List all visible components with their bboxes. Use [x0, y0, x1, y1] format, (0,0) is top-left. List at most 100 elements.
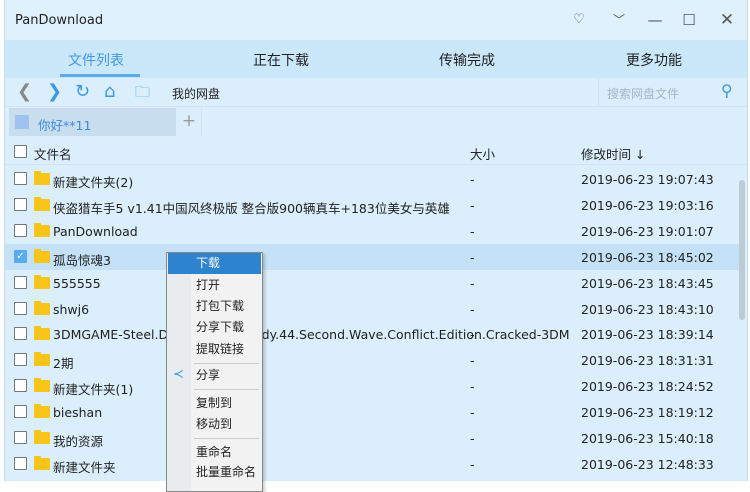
row-checkbox[interactable]: [14, 353, 27, 367]
file-modified: 2019-06-23 19:03:16: [581, 197, 714, 213]
file-size: -: [470, 249, 475, 265]
chevron-down-icon[interactable]: ﹀: [609, 10, 629, 30]
file-name: shwj6: [53, 301, 90, 317]
file-modified: 2019-06-23 18:24:52: [581, 379, 714, 395]
search-icon[interactable]: ⚲: [721, 81, 733, 100]
menu-pack-download[interactable]: 打包下载: [167, 296, 262, 317]
row-checkbox[interactable]: [14, 197, 27, 211]
home-icon[interactable]: ⌂: [104, 82, 115, 102]
active-tab-indicator: [60, 74, 140, 77]
account-tab[interactable]: 你好**11: [9, 108, 176, 136]
menu-share-download[interactable]: 分享下载: [167, 317, 262, 338]
account-tabs: 你好**11 +: [5, 108, 747, 136]
skin-icon[interactable]: ♡: [569, 10, 589, 30]
table-header: 文件名 大小 修改时间 ↓: [5, 138, 747, 165]
file-size: -: [470, 405, 475, 421]
row-checkbox[interactable]: ✓: [14, 249, 27, 263]
file-size: -: [470, 327, 475, 343]
tab-more[interactable]: 更多功能: [594, 50, 714, 70]
menu-separator: [194, 363, 259, 364]
file-modified: 2019-06-23 12:48:33: [581, 456, 714, 472]
table-row[interactable]: 3DMGAME-Steel.Division.Normandy.44.Secon…: [5, 321, 740, 347]
row-checkbox[interactable]: [14, 275, 27, 289]
refresh-icon[interactable]: ↻: [75, 82, 90, 102]
title-bar: PanDownload ♡ ﹀ — ☐ ✕: [5, 0, 747, 40]
row-checkbox[interactable]: [14, 327, 27, 341]
file-name: 我的资源: [53, 434, 104, 449]
column-modified[interactable]: 修改时间 ↓: [581, 144, 645, 163]
column-size[interactable]: 大小: [470, 144, 495, 163]
window-title: PanDownload: [15, 13, 104, 28]
search-input[interactable]: 搜索网盘文件: [607, 85, 679, 102]
file-name: 孤岛惊魂3: [53, 252, 111, 268]
row-checkbox[interactable]: [14, 172, 27, 185]
table-row[interactable]: PanDownload - 2019-06-23 19:01:07: [5, 218, 740, 244]
file-name: PanDownload: [53, 223, 138, 239]
minimize-button[interactable]: —: [645, 10, 665, 30]
breadcrumb[interactable]: 我的网盘: [172, 85, 220, 102]
menu-extract-link[interactable]: 提取链接: [167, 339, 262, 360]
forward-icon[interactable]: ❯: [47, 82, 62, 102]
table-row[interactable]: 2期 - 2019-06-23 18:31:31: [5, 347, 740, 373]
table-row[interactable]: 新建文件夹 - 2019-06-23 12:48:33: [5, 451, 740, 477]
menu-batch-rename[interactable]: 批量重命名: [167, 462, 262, 483]
menu-copy-to[interactable]: 复制到: [167, 393, 262, 414]
close-button[interactable]: ✕: [717, 10, 737, 30]
new-folder-icon[interactable]: 🗀: [135, 82, 150, 102]
file-modified: 2019-06-23 18:43:10: [581, 301, 714, 317]
folder-icon: [34, 378, 50, 393]
back-icon[interactable]: ❮: [17, 82, 32, 102]
scrollbar[interactable]: [739, 180, 745, 320]
folder-icon: [34, 196, 50, 211]
menu-rename[interactable]: 重命名: [167, 442, 262, 463]
folder-icon: [34, 404, 50, 419]
select-all-checkbox[interactable]: [14, 145, 27, 158]
table-row[interactable]: 我的资源 - 2019-06-23 15:40:18: [5, 425, 740, 451]
table-row[interactable]: 555555 - 2019-06-23 18:43:45: [5, 270, 740, 296]
file-name: 新建文件夹(1): [53, 382, 134, 398]
file-name: 新建文件夹: [53, 459, 116, 475]
row-checkbox[interactable]: [14, 456, 27, 470]
file-size: -: [470, 223, 475, 239]
file-size: -: [470, 301, 475, 317]
tab-file-list[interactable]: 文件列表: [36, 50, 156, 70]
tab-downloading[interactable]: 正在下载: [221, 50, 341, 70]
file-name: 3DMGAME-Steel.Division.Normandy.44.Secon…: [53, 327, 570, 343]
table-row[interactable]: ✓ 孤岛惊魂3 - 2019-06-23 18:45:02: [5, 243, 740, 270]
maximize-button[interactable]: ☐: [679, 10, 699, 30]
search-box[interactable]: 搜索网盘文件 ⚲: [598, 78, 748, 106]
menu-separator: [194, 438, 259, 439]
toolbar: ❮ ❯ ↻ ⌂ 🗀 我的网盘 搜索网盘文件 ⚲: [5, 78, 747, 107]
folder-icon: [34, 248, 50, 263]
file-name: 555555: [53, 275, 101, 291]
add-account-button[interactable]: +: [177, 108, 202, 136]
account-name: 你好**11: [38, 118, 92, 133]
menu-download[interactable]: 下载: [168, 253, 261, 274]
menu-share[interactable]: 分享: [167, 365, 262, 386]
menu-move-to[interactable]: 移动到: [167, 414, 262, 435]
column-name[interactable]: 文件名: [34, 144, 72, 163]
file-size: -: [470, 172, 475, 187]
table-row[interactable]: 侠盗猎车手5 v1.41中国风终极版 整合版900辆真车+183位美女与英雄 -…: [5, 192, 740, 218]
file-size: -: [470, 379, 475, 395]
tab-completed[interactable]: 传输完成: [407, 50, 527, 70]
row-checkbox[interactable]: [14, 405, 27, 419]
file-size: -: [470, 197, 475, 213]
row-checkbox[interactable]: [14, 223, 27, 237]
table-row[interactable]: 新建文件夹(2) - 2019-06-23 19:07:43: [5, 166, 740, 192]
table-row[interactable]: bieshan - 2019-06-23 18:19:12: [5, 399, 740, 425]
table-row[interactable]: shwj6 - 2019-06-23 18:43:10: [5, 296, 740, 322]
file-modified: 2019-06-23 18:39:14: [581, 327, 714, 343]
table-row[interactable]: 新建文件夹(1) - 2019-06-23 18:24:52: [5, 373, 740, 399]
file-size: -: [470, 353, 475, 369]
folder-icon: [34, 300, 50, 315]
file-modified: 2019-06-23 19:01:07: [581, 223, 714, 239]
row-checkbox[interactable]: [14, 379, 27, 393]
app-window: PanDownload ♡ ﹀ — ☐ ✕ 文件列表 正在下载 传输完成 更多功…: [4, 0, 748, 481]
folder-icon: [34, 274, 50, 289]
menu-open[interactable]: 打开: [167, 275, 262, 296]
row-checkbox[interactable]: [14, 431, 27, 444]
folder-icon: [34, 326, 50, 341]
folder-icon: [34, 430, 50, 444]
row-checkbox[interactable]: [14, 301, 27, 315]
